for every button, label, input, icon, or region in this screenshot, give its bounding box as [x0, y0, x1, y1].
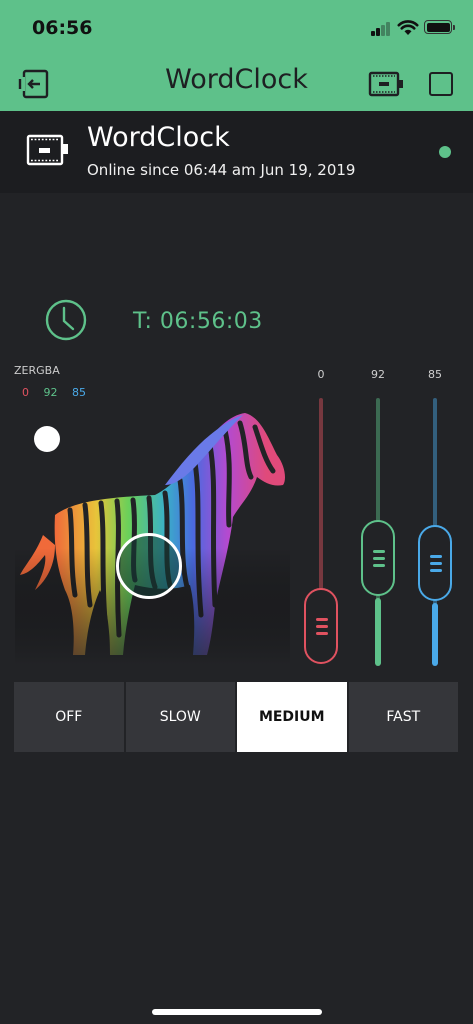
square-icon[interactable] [429, 72, 453, 96]
zergba-red-value: 0 [22, 386, 29, 399]
wifi-icon [397, 20, 419, 35]
segment-medium[interactable]: MEDIUM [237, 682, 347, 752]
slider-green-value: 92 [371, 368, 385, 381]
slider-red[interactable] [303, 398, 339, 666]
clock-icon [45, 299, 87, 341]
slider-handle[interactable] [418, 525, 452, 602]
device-board-icon [26, 134, 68, 166]
speed-mode-segmented-control: OFF SLOW MEDIUM FAST [14, 682, 458, 752]
clock-time-display: T: 06:56:03 [133, 309, 263, 334]
segment-off[interactable]: OFF [14, 682, 124, 752]
device-online-status: Online since 06:44 am Jun 19, 2019 [87, 161, 356, 179]
slider-green[interactable] [360, 398, 396, 666]
slider-fill [375, 597, 381, 666]
zergba-label: ZERGBA [14, 364, 60, 377]
device-row[interactable]: WordClock Online since 06:44 am Jun 19, … [0, 111, 473, 193]
home-indicator[interactable] [152, 1009, 322, 1015]
slider-handle[interactable] [361, 519, 395, 596]
device-icon[interactable] [368, 70, 404, 98]
battery-icon [424, 20, 455, 34]
slider-handle[interactable] [304, 588, 338, 664]
zergba-values: 0 92 85 [22, 386, 97, 399]
online-status-dot [439, 146, 451, 158]
cellular-signal-icon [371, 22, 391, 36]
color-picker-preview-dot [34, 426, 60, 452]
device-name: WordClock [87, 122, 230, 153]
segment-fast[interactable]: FAST [348, 682, 458, 752]
color-picker-handle[interactable] [116, 533, 182, 599]
slider-fill [432, 603, 438, 666]
zergba-green-value: 92 [43, 386, 58, 399]
slider-blue[interactable] [417, 398, 453, 666]
status-time: 06:56 [32, 17, 93, 39]
slider-blue-value: 85 [428, 368, 442, 381]
segment-slow[interactable]: SLOW [125, 682, 235, 752]
zergba-blue-value: 85 [72, 386, 86, 399]
slider-red-value: 0 [317, 368, 325, 381]
app-header: 06:56 WordClock [0, 0, 473, 111]
